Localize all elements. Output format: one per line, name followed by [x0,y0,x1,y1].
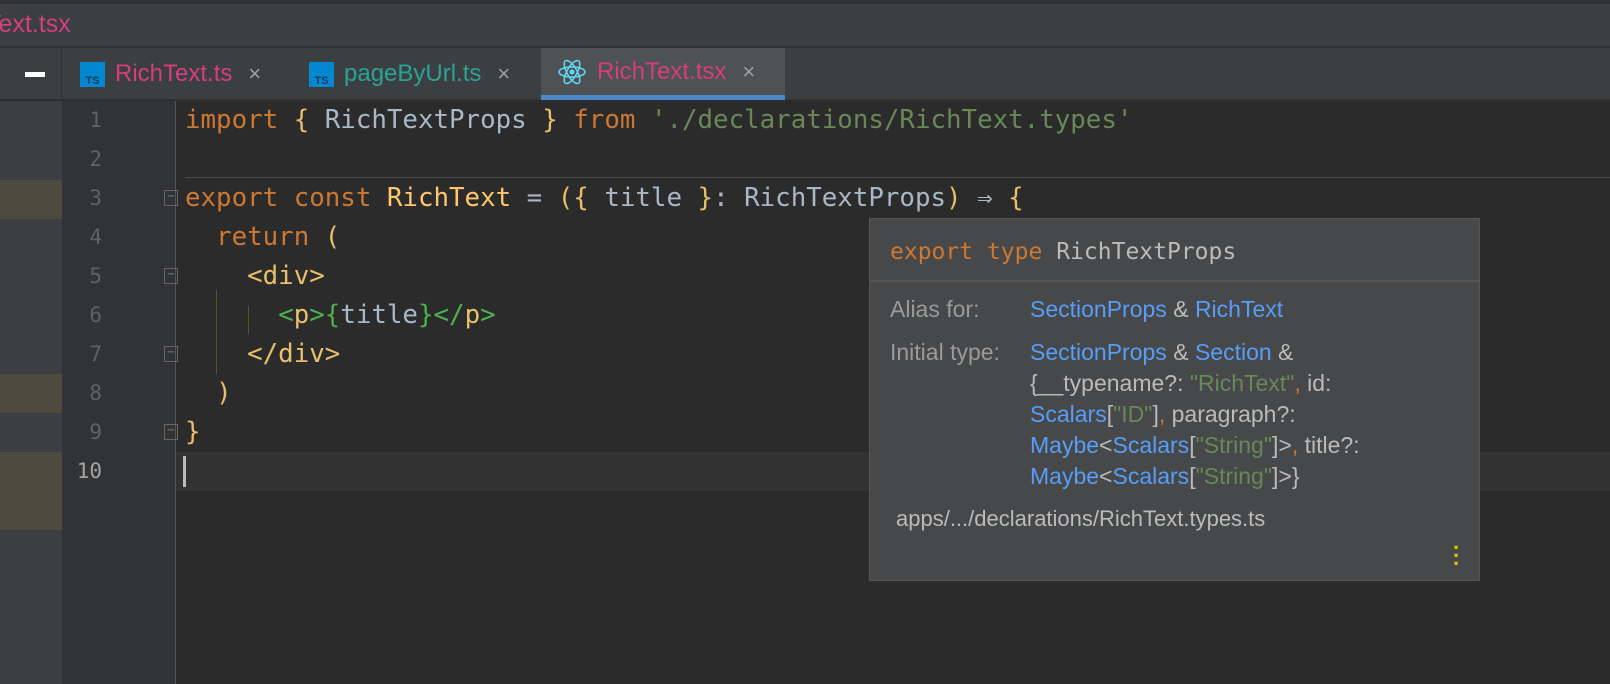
code-line: </div> [247,339,341,369]
minus-icon [25,72,45,77]
code-line: return ( [216,222,341,252]
typescript-icon: TS [309,61,334,87]
type-link[interactable]: SectionProps [1030,339,1167,365]
type-link[interactable]: RichText [1195,296,1283,322]
alias-label: Alias for: [890,296,980,322]
close-icon[interactable]: × [497,61,510,87]
more-vertical-icon[interactable]: · · · [1453,537,1460,575]
line-number: 4 [89,225,102,249]
line-number: 3 [89,186,102,210]
method-separator [185,177,1610,178]
close-icon[interactable]: × [248,61,261,87]
line-number: 8 [89,381,102,405]
line-number: 5 [89,264,102,288]
type-link[interactable]: Maybe [1030,432,1099,458]
code-line: <p>{title}</p> [278,300,496,330]
line-number: 7 [89,342,102,366]
line-number: 6 [89,303,102,327]
tab-richtext-ts[interactable]: TS RichText.ts × [80,48,261,100]
type-link[interactable]: Scalars [1112,463,1189,489]
code-line: <div> [247,261,325,291]
line-number: 2 [89,147,102,171]
initial-type-label: Initial type: [890,339,1000,365]
alias-row: Alias for: SectionProps & RichText [870,294,1479,325]
code-line: ) [216,378,232,408]
tab-label: RichText.tsx [597,57,727,85]
fold-icon[interactable]: − [164,268,178,284]
fold-icon[interactable]: − [164,190,178,206]
popup-signature: export type RichTextProps [870,219,1479,282]
tab-label: pageByUrl.ts [344,60,482,87]
text-caret [183,456,186,487]
line-number: 1 [89,108,102,132]
fold-icon[interactable]: − [164,346,178,362]
type-link[interactable]: Section [1195,339,1272,365]
react-icon [558,59,586,84]
fold-icon[interactable]: − [164,424,178,440]
editor-tabs: TS RichText.ts × TS pageByUrl.ts × RichT… [0,48,1610,100]
collapse-button[interactable] [0,48,62,100]
type-link[interactable]: SectionProps [1030,296,1167,322]
tab-label: RichText.ts [115,60,233,87]
type-link[interactable]: Scalars [1030,401,1107,427]
close-icon[interactable]: × [742,59,755,85]
tab-pagebyurl-ts[interactable]: TS pageByUrl.ts × [309,48,510,100]
quick-documentation-popup: export type RichTextProps Alias for: Sec… [869,218,1480,581]
window-title: Text.tsx [0,10,71,38]
type-link[interactable]: Scalars [1112,432,1189,458]
type-link[interactable]: Maybe [1030,463,1099,489]
title-bar: Text.tsx [0,0,1610,48]
code-line: export const RichText = ({ title }: Rich… [185,183,1024,213]
line-number: 9 [89,420,102,444]
tab-richtext-tsx[interactable]: RichText.tsx × [541,48,785,100]
typescript-icon: TS [80,61,105,87]
line-number: 10 [76,459,102,483]
code-line: import { RichTextProps } from './declara… [185,105,1133,135]
initial-type-row: Initial type: SectionProps & Section & {… [870,337,1479,492]
declaration-path[interactable]: apps/.../declarations/RichText.types.ts [870,492,1479,532]
code-line: } [185,417,201,447]
